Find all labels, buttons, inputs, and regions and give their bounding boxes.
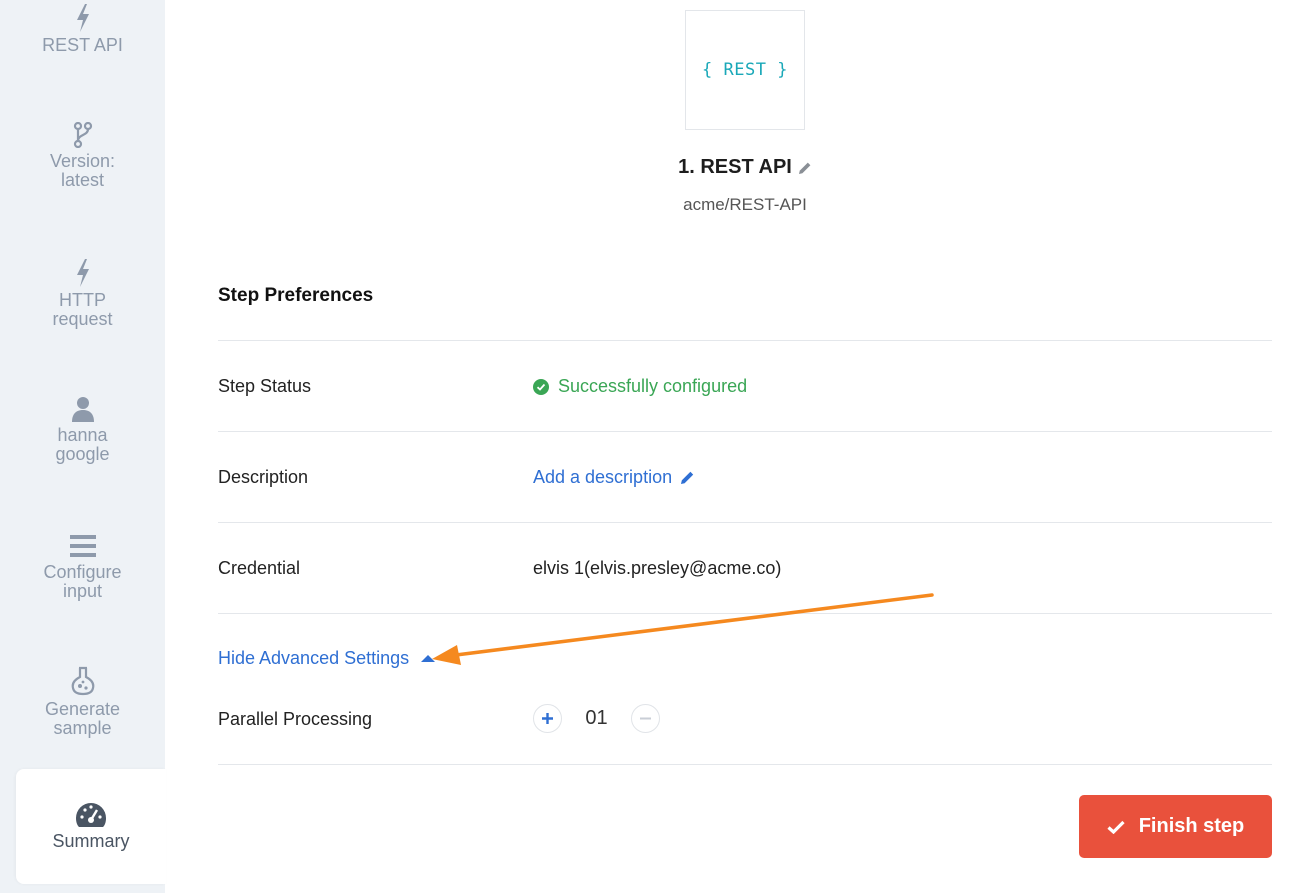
sidebar-item-rest-api[interactable]: REST API — [0, 4, 165, 55]
section-title: Step Preferences — [218, 285, 374, 306]
step-status-value: Successfully configured — [533, 376, 747, 397]
increment-button[interactable] — [533, 704, 562, 733]
sidebar-item-label-line2: request — [52, 309, 113, 329]
sidebar-item-label-line2: google — [55, 444, 110, 464]
decrement-button[interactable] — [631, 704, 660, 733]
app-logo-text: { REST } — [702, 60, 788, 80]
divider — [218, 764, 1272, 765]
add-description-text[interactable]: Add a description — [533, 467, 672, 488]
sidebar-item-summary[interactable]: Summary — [16, 769, 166, 884]
caret-up-icon — [421, 655, 436, 662]
credential-label: Credential — [218, 558, 301, 578]
sidebar-item-version[interactable]: Version: latest — [0, 122, 165, 190]
parallel-processing-label: Parallel Processing — [218, 709, 373, 729]
parallel-processing-value: 01 — [585, 707, 608, 729]
credential-value[interactable]: elvis 1(elvis.presley@acme.co) — [533, 558, 781, 579]
bolt-icon — [76, 259, 89, 287]
sidebar-item-label: Summary — [52, 831, 130, 851]
hide-advanced-settings-text[interactable]: Hide Advanced Settings — [218, 648, 409, 669]
sidebar-item-label-line2: input — [62, 581, 103, 601]
description-label: Description — [218, 467, 309, 487]
sidebar-item-label-line2: latest — [60, 170, 105, 190]
flask-icon — [71, 666, 94, 696]
sidebar-item-configure-input[interactable]: Configure input — [0, 533, 165, 601]
sidebar-item-label-line1: Generate — [44, 699, 121, 719]
sidebar-item-label-line1: HTTP — [59, 290, 106, 310]
divider — [218, 522, 1272, 523]
check-circle-icon — [533, 378, 549, 395]
checkmark-icon — [1107, 820, 1125, 834]
sidebar-item-label-line2: sample — [53, 718, 112, 738]
divider — [218, 340, 1272, 341]
sidebar-item-label-line1: Version: — [49, 151, 116, 171]
plus-icon — [542, 713, 553, 724]
step-status-text: Successfully configured — [558, 376, 748, 396]
divider — [218, 431, 1272, 432]
branch-icon — [73, 122, 92, 148]
bolt-icon — [76, 4, 89, 32]
finish-step-button[interactable]: Finish step — [1079, 795, 1272, 858]
parallel-processing-stepper: 01 — [533, 704, 660, 733]
sidebar-item-label-line1: hanna — [57, 425, 108, 445]
sidebar-item-http-request[interactable]: HTTP request — [0, 259, 165, 329]
sidebar-item-account[interactable]: hanna google — [0, 396, 165, 464]
dashboard-icon — [76, 803, 106, 827]
pencil-icon[interactable] — [798, 161, 812, 175]
annotation-arrow — [432, 593, 934, 665]
app-identifier: acme/REST-API — [683, 195, 807, 214]
sidebar-item-generate-sample[interactable]: Generate sample — [0, 666, 165, 738]
user-icon — [71, 397, 94, 422]
menu-icon — [69, 535, 96, 557]
finish-step-label[interactable]: Finish step — [1139, 815, 1245, 838]
divider — [218, 613, 1272, 614]
add-description-link[interactable]: Add a description — [533, 467, 695, 488]
pencil-icon[interactable] — [680, 470, 695, 485]
sidebar-item-label: REST API — [42, 35, 123, 55]
step-status-label: Step Status — [218, 376, 312, 396]
sidebar: REST API Version: latest HTTP request ha… — [0, 0, 166, 893]
app-logo: { REST } — [685, 10, 805, 130]
hide-advanced-settings-toggle[interactable]: Hide Advanced Settings — [218, 648, 436, 669]
sidebar-item-label-line1: Configure — [43, 562, 122, 582]
step-title-text: 1. REST API — [678, 156, 792, 178]
step-title: 1. REST API — [560, 156, 930, 179]
minus-icon — [640, 717, 651, 720]
